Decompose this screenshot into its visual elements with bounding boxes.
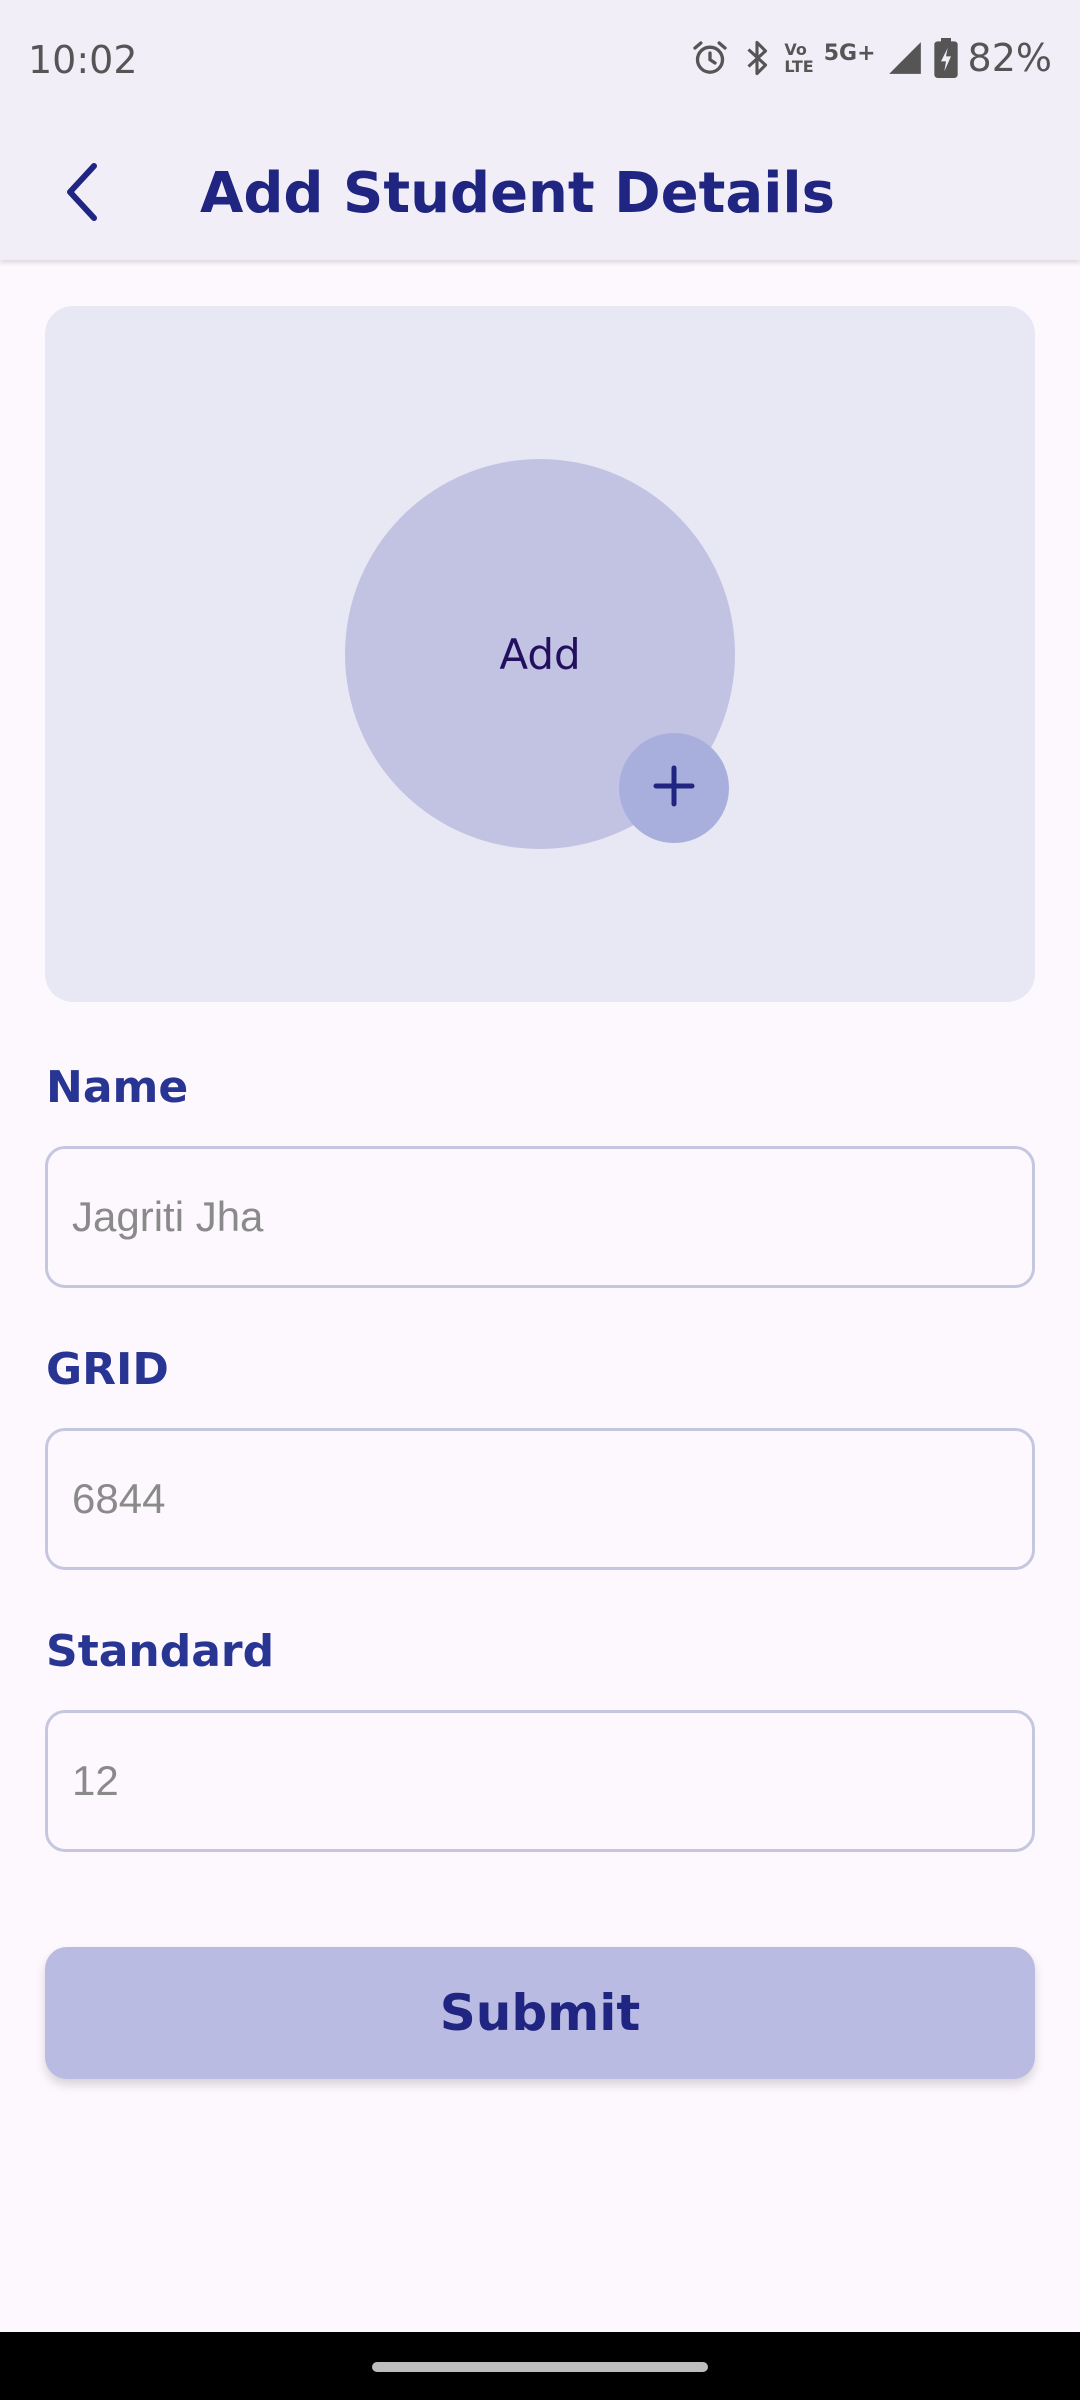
- status-icons: Vo LTE 5G+ 82%: [690, 36, 1052, 80]
- alarm-icon: [690, 38, 730, 78]
- add-photo-button[interactable]: [619, 733, 729, 843]
- volte-icon: Vo LTE: [784, 41, 813, 75]
- navigation-bar: [0, 2332, 1080, 2400]
- status-time: 10:02: [28, 38, 138, 82]
- plus-icon: [652, 764, 696, 813]
- volte-top-text: Vo: [784, 40, 807, 59]
- grid-label: GRID: [46, 1344, 169, 1395]
- name-input[interactable]: [45, 1146, 1035, 1288]
- bluetooth-icon: [740, 38, 774, 78]
- chevron-left-icon: [60, 160, 104, 229]
- volte-bottom-text: LTE: [784, 57, 814, 76]
- battery-percent: 82%: [967, 36, 1052, 80]
- network-type: 5G+: [823, 40, 876, 66]
- grid-input[interactable]: [45, 1428, 1035, 1570]
- status-bar: 10:02 Vo LTE 5G+ 82%: [0, 0, 1080, 128]
- back-button[interactable]: [44, 156, 120, 232]
- app-bar: Add Student Details: [0, 128, 1080, 260]
- name-label: Name: [46, 1062, 189, 1113]
- battery-charging-icon: [933, 38, 958, 78]
- page-title: Add Student Details: [200, 161, 835, 226]
- avatar-add-label: Add: [499, 629, 581, 679]
- home-indicator[interactable]: [372, 2362, 708, 2372]
- photo-card: Add: [45, 306, 1035, 1002]
- standard-input[interactable]: [45, 1710, 1035, 1852]
- submit-button[interactable]: Submit: [45, 1947, 1035, 2079]
- signal-icon: [886, 39, 924, 77]
- standard-label: Standard: [46, 1626, 275, 1677]
